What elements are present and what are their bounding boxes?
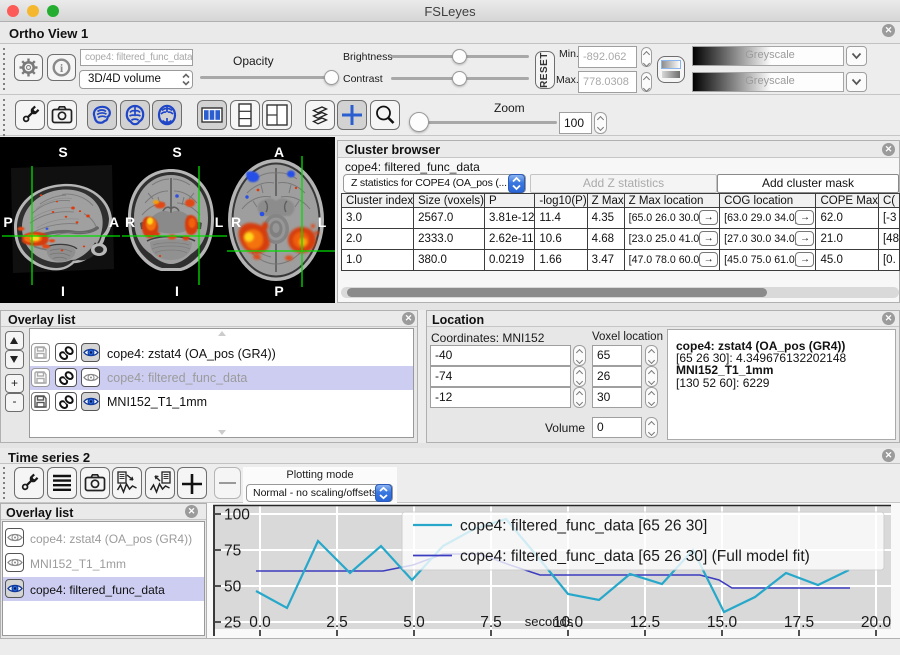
svg-text:S: S [58, 144, 67, 160]
svg-text:50: 50 [224, 579, 242, 596]
svg-text:L: L [318, 214, 327, 230]
svg-text:cope4: filtered_func_data [65: cope4: filtered_func_data [65 26 30] [460, 518, 707, 535]
svg-text:15.0: 15.0 [707, 614, 738, 631]
svg-text:seconds: seconds [525, 614, 574, 629]
svg-text:100: 100 [224, 507, 250, 524]
svg-text:20.0: 20.0 [861, 614, 892, 631]
svg-text:I: I [175, 283, 179, 299]
svg-text:I: I [61, 283, 65, 299]
svg-text:A: A [109, 214, 119, 230]
svg-text:0.0: 0.0 [249, 614, 271, 631]
svg-text:7.5: 7.5 [480, 614, 502, 631]
svg-text:75: 75 [224, 543, 241, 560]
svg-text:5.0: 5.0 [403, 614, 425, 631]
svg-text:P: P [274, 283, 283, 299]
svg-text:L: L [215, 214, 224, 230]
svg-text:cope4: filtered_func_data [65: cope4: filtered_func_data [65 26 30] (Fu… [460, 548, 810, 565]
svg-text:S: S [172, 144, 181, 160]
svg-text:A: A [274, 144, 284, 160]
svg-text:i: i [60, 61, 64, 75]
svg-text:2.5: 2.5 [326, 614, 348, 631]
svg-text:12.5: 12.5 [630, 614, 660, 631]
svg-text:R: R [231, 214, 241, 230]
svg-text:P: P [3, 214, 12, 230]
svg-text:25: 25 [224, 615, 241, 632]
svg-text:R: R [125, 214, 135, 230]
svg-text:17.5: 17.5 [784, 614, 814, 631]
